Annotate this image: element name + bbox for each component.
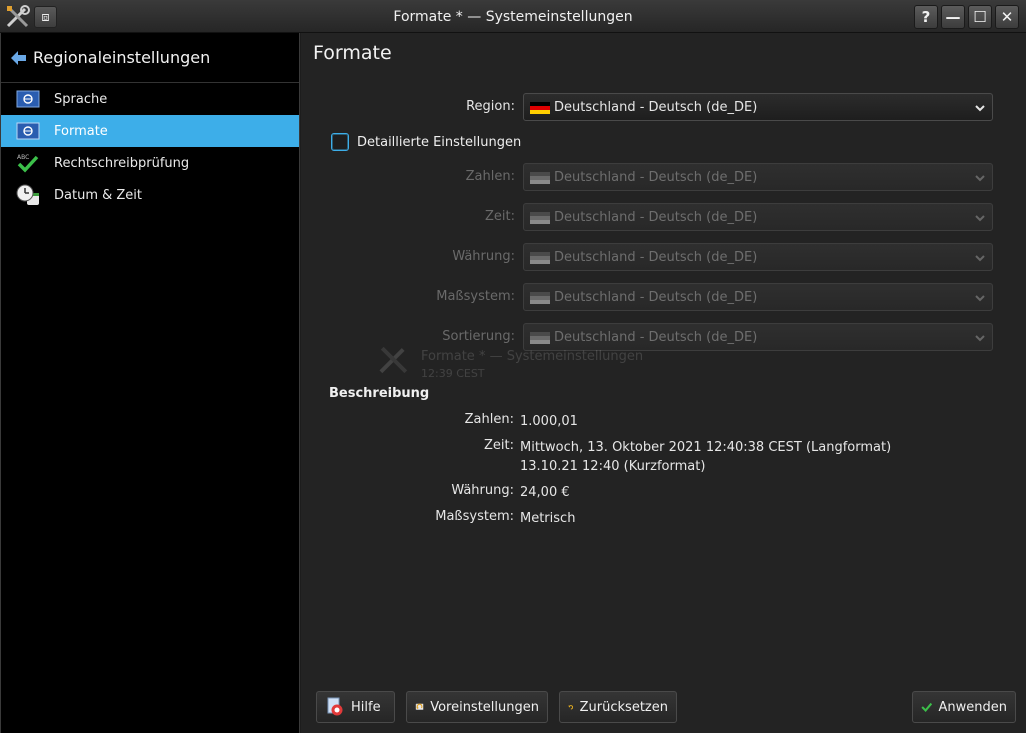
chevron-down-icon bbox=[975, 255, 985, 262]
currency-label: Währung: bbox=[452, 249, 515, 264]
desc-measure-label: Maßsystem: bbox=[435, 509, 514, 524]
chevron-down-icon bbox=[975, 175, 985, 182]
help-title-button[interactable]: ? bbox=[914, 5, 938, 29]
page-title: Formate bbox=[313, 42, 392, 64]
window-title: Formate * — Systemeinstellungen bbox=[393, 9, 633, 25]
sidebar-item-label: Datum & Zeit bbox=[54, 187, 142, 203]
german-flag-icon bbox=[530, 102, 550, 114]
apply-check-icon bbox=[921, 702, 933, 712]
currency-row: Währung: Deutschland - Deutsch (de_DE) bbox=[301, 243, 1026, 271]
sidebar-item-label: Formate bbox=[54, 123, 108, 139]
sidebar-item-sprache[interactable]: Sprache bbox=[1, 83, 299, 115]
gray-flag-icon bbox=[530, 292, 550, 304]
spellcheck-icon: ABC bbox=[17, 154, 39, 173]
currency-combobox[interactable]: Deutschland - Deutsch (de_DE) bbox=[523, 243, 993, 271]
measurement-combobox[interactable]: Deutschland - Deutsch (de_DE) bbox=[523, 283, 993, 311]
collation-label: Sortierung: bbox=[442, 329, 515, 344]
window-titlebar[interactable]: ⧈ Formate * — Systemeinstellungen ? — ☐ … bbox=[0, 0, 1026, 33]
sidebar-item-rechtschreibpruefung[interactable]: ABC Rechtschreibprüfung bbox=[1, 147, 299, 179]
back-arrow-icon[interactable] bbox=[11, 50, 27, 65]
desc-time-long: Mittwoch, 13. Oktober 2021 12:40:38 CEST… bbox=[520, 440, 892, 455]
desc-currency-value: 24,00 € bbox=[520, 485, 570, 500]
apply-button[interactable]: Anwenden bbox=[912, 691, 1016, 723]
ghost-title: Formate * — Systemeinstellungen bbox=[421, 349, 644, 364]
help-button-label: Hilfe bbox=[351, 699, 381, 715]
measurement-value: Deutschland - Deutsch (de_DE) bbox=[554, 290, 758, 305]
language-flag-icon bbox=[16, 90, 40, 108]
help-lifebuoy-icon bbox=[327, 697, 343, 716]
time-label: Zeit: bbox=[485, 209, 515, 224]
numbers-label: Zahlen: bbox=[465, 169, 515, 184]
defaults-button[interactable]: Voreinstellungen bbox=[406, 691, 548, 723]
defaults-icon bbox=[415, 703, 424, 710]
formats-flag-icon bbox=[16, 122, 40, 140]
sidebar: Regionaleinstellungen Sprache Formate AB… bbox=[0, 33, 300, 733]
region-label: Region: bbox=[466, 99, 515, 114]
numbers-row: Zahlen: Deutschland - Deutsch (de_DE) bbox=[301, 163, 1026, 191]
desc-measure-value: Metrisch bbox=[520, 511, 576, 526]
desc-numbers-label: Zahlen: bbox=[464, 412, 514, 427]
reset-button-label: Zurücksetzen bbox=[579, 699, 668, 715]
ghost-app-icon bbox=[379, 346, 408, 374]
clock-icon bbox=[16, 184, 39, 205]
region-value: Deutschland - Deutsch (de_DE) bbox=[554, 100, 758, 115]
ghost-window-preview: Formate * — Systemeinstellungen 12:39 CE… bbox=[377, 343, 677, 383]
time-row: Zeit: Deutschland - Deutsch (de_DE) bbox=[301, 203, 1026, 231]
chevron-down-icon bbox=[975, 335, 985, 342]
desc-currency-label: Währung: bbox=[451, 483, 514, 498]
detailed-settings-row[interactable]: Detaillierte Einstellungen bbox=[331, 132, 521, 152]
currency-value: Deutschland - Deutsch (de_DE) bbox=[554, 250, 758, 265]
region-combobox[interactable]: Deutschland - Deutsch (de_DE) bbox=[523, 93, 993, 121]
apply-button-label: Anwenden bbox=[938, 699, 1008, 715]
ghost-subtitle: 12:39 CEST bbox=[421, 367, 485, 380]
detailed-settings-label: Detaillierte Einstellungen bbox=[357, 134, 522, 150]
numbers-value: Deutschland - Deutsch (de_DE) bbox=[554, 170, 758, 185]
sidebar-item-datum-zeit[interactable]: Datum & Zeit bbox=[1, 179, 299, 211]
description-heading: Beschreibung bbox=[329, 386, 430, 401]
reset-button[interactable]: Zurücksetzen bbox=[559, 691, 677, 723]
sidebar-back-header[interactable]: Regionaleinstellungen bbox=[1, 33, 299, 83]
detailed-settings-checkbox[interactable] bbox=[331, 133, 349, 151]
sidebar-back-label: Regionaleinstellungen bbox=[33, 48, 211, 67]
help-button[interactable]: Hilfe bbox=[316, 691, 395, 723]
time-value: Deutschland - Deutsch (de_DE) bbox=[554, 210, 758, 225]
svg-text:ABC: ABC bbox=[17, 154, 29, 161]
main-panel: Formate Region: Deutschland - Deutsch (d… bbox=[301, 33, 1026, 733]
sidebar-item-formate[interactable]: Formate bbox=[1, 115, 299, 147]
numbers-combobox[interactable]: Deutschland - Deutsch (de_DE) bbox=[523, 163, 993, 191]
close-button[interactable]: ✕ bbox=[995, 5, 1019, 29]
gray-flag-icon bbox=[530, 212, 550, 224]
measurement-row: Maßsystem: Deutschland - Deutsch (de_DE) bbox=[301, 283, 1026, 311]
maximize-button[interactable]: ☐ bbox=[968, 5, 992, 29]
sidebar-item-label: Sprache bbox=[54, 91, 108, 107]
gray-flag-icon bbox=[530, 172, 550, 184]
desc-time-short: 13.10.21 12:40 (Kurzformat) bbox=[520, 459, 706, 474]
measurement-label: Maßsystem: bbox=[436, 289, 515, 304]
sidebar-item-label: Rechtschreibprüfung bbox=[54, 155, 190, 171]
minimize-button[interactable]: — bbox=[941, 5, 965, 29]
desc-numbers-value: 1.000,01 bbox=[520, 414, 578, 429]
time-combobox[interactable]: Deutschland - Deutsch (de_DE) bbox=[523, 203, 993, 231]
chevron-down-icon bbox=[975, 105, 985, 112]
chevron-down-icon bbox=[975, 215, 985, 222]
gray-flag-icon bbox=[530, 252, 550, 264]
undo-arrow-icon bbox=[568, 705, 573, 710]
desc-time-label: Zeit: bbox=[484, 438, 514, 453]
defaults-button-label: Voreinstellungen bbox=[430, 699, 539, 715]
region-row: Region: Deutschland - Deutsch (de_DE) bbox=[301, 93, 1026, 121]
chevron-down-icon bbox=[975, 295, 985, 302]
